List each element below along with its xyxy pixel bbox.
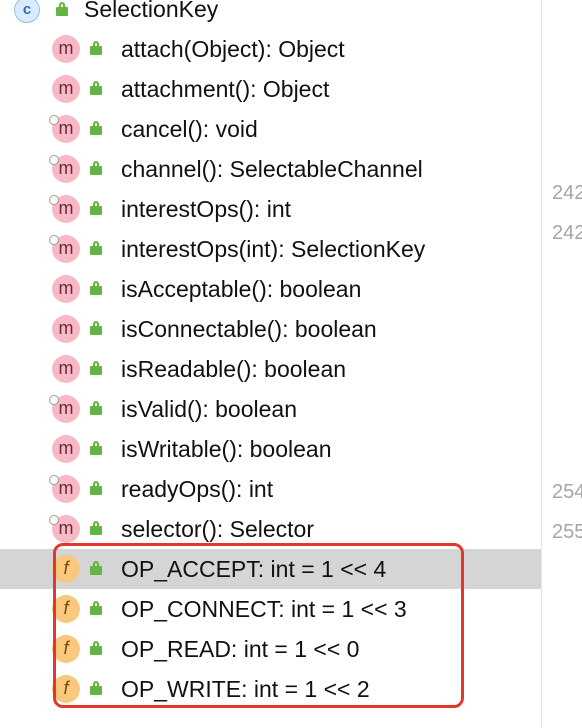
lock-icon bbox=[90, 441, 102, 455]
lock-icon bbox=[90, 481, 102, 495]
lock-icon bbox=[90, 201, 102, 215]
method-override-icon: m bbox=[49, 195, 80, 223]
member-label: isWritable(): boolean bbox=[121, 436, 332, 462]
member-label: interestOps(int): SelectionKey bbox=[121, 236, 426, 262]
line-number: 254 bbox=[552, 481, 582, 503]
editor-gutter: 242 242 254 255 bbox=[542, 0, 582, 728]
method-override-icon: m bbox=[49, 115, 80, 143]
member-label: readyOps(): int bbox=[121, 476, 274, 502]
highlight-annotation-box bbox=[53, 543, 464, 708]
lock-icon bbox=[90, 161, 102, 175]
lock-icon bbox=[90, 241, 102, 255]
lock-icon bbox=[90, 81, 102, 95]
member-label: isAcceptable(): boolean bbox=[121, 276, 362, 302]
class-icon: c bbox=[14, 0, 40, 23]
member-label: selector(): Selector bbox=[121, 516, 315, 542]
method-icon: m bbox=[52, 355, 80, 383]
member-row[interactable]: m readyOps(): int bbox=[0, 469, 541, 509]
class-header-row[interactable]: c SelectionKey bbox=[0, 0, 541, 31]
method-override-icon: m bbox=[49, 395, 80, 423]
member-row[interactable]: m attachment(): Object bbox=[0, 69, 541, 109]
member-row[interactable]: m isWritable(): boolean bbox=[0, 429, 541, 469]
line-number: 242 bbox=[552, 182, 582, 204]
member-label: isReadable(): boolean bbox=[121, 356, 347, 382]
class-name-label: SelectionKey bbox=[84, 0, 219, 22]
member-row[interactable]: m isConnectable(): boolean bbox=[0, 309, 541, 349]
member-label: cancel(): void bbox=[121, 116, 258, 142]
member-label: attach(Object): Object bbox=[121, 36, 345, 62]
lock-icon bbox=[56, 2, 68, 16]
method-icon: m bbox=[52, 35, 80, 63]
method-icon: m bbox=[52, 275, 80, 303]
member-row[interactable]: m isAcceptable(): boolean bbox=[0, 269, 541, 309]
lock-icon bbox=[90, 361, 102, 375]
method-icon: m bbox=[52, 315, 80, 343]
method-override-icon: m bbox=[49, 515, 80, 543]
method-override-icon: m bbox=[49, 155, 80, 183]
lock-icon bbox=[90, 401, 102, 415]
member-row[interactable]: m attach(Object): Object bbox=[0, 29, 541, 69]
lock-icon bbox=[90, 321, 102, 335]
member-row[interactable]: m isValid(): boolean bbox=[0, 389, 541, 429]
member-row[interactable]: m channel(): SelectableChannel bbox=[0, 149, 541, 189]
line-number: 255 bbox=[552, 521, 582, 543]
lock-icon bbox=[90, 41, 102, 55]
structure-panel: c SelectionKey m attach(Object): Object … bbox=[0, 0, 541, 728]
lock-icon bbox=[90, 281, 102, 295]
method-icon: m bbox=[52, 75, 80, 103]
lock-icon bbox=[90, 121, 102, 135]
member-label: interestOps(): int bbox=[121, 196, 291, 222]
member-label: isConnectable(): boolean bbox=[121, 316, 377, 342]
member-row[interactable]: m cancel(): void bbox=[0, 109, 541, 149]
member-label: attachment(): Object bbox=[121, 76, 330, 102]
line-number: 242 bbox=[552, 222, 582, 244]
method-override-icon: m bbox=[49, 475, 80, 503]
member-row[interactable]: m interestOps(int): SelectionKey bbox=[0, 229, 541, 269]
method-icon: m bbox=[52, 435, 80, 463]
method-override-icon: m bbox=[49, 235, 80, 263]
member-label: isValid(): boolean bbox=[121, 396, 298, 422]
member-row[interactable]: m interestOps(): int bbox=[0, 189, 541, 229]
member-label: channel(): SelectableChannel bbox=[121, 156, 423, 182]
member-row[interactable]: m isReadable(): boolean bbox=[0, 349, 541, 389]
lock-icon bbox=[90, 521, 102, 535]
